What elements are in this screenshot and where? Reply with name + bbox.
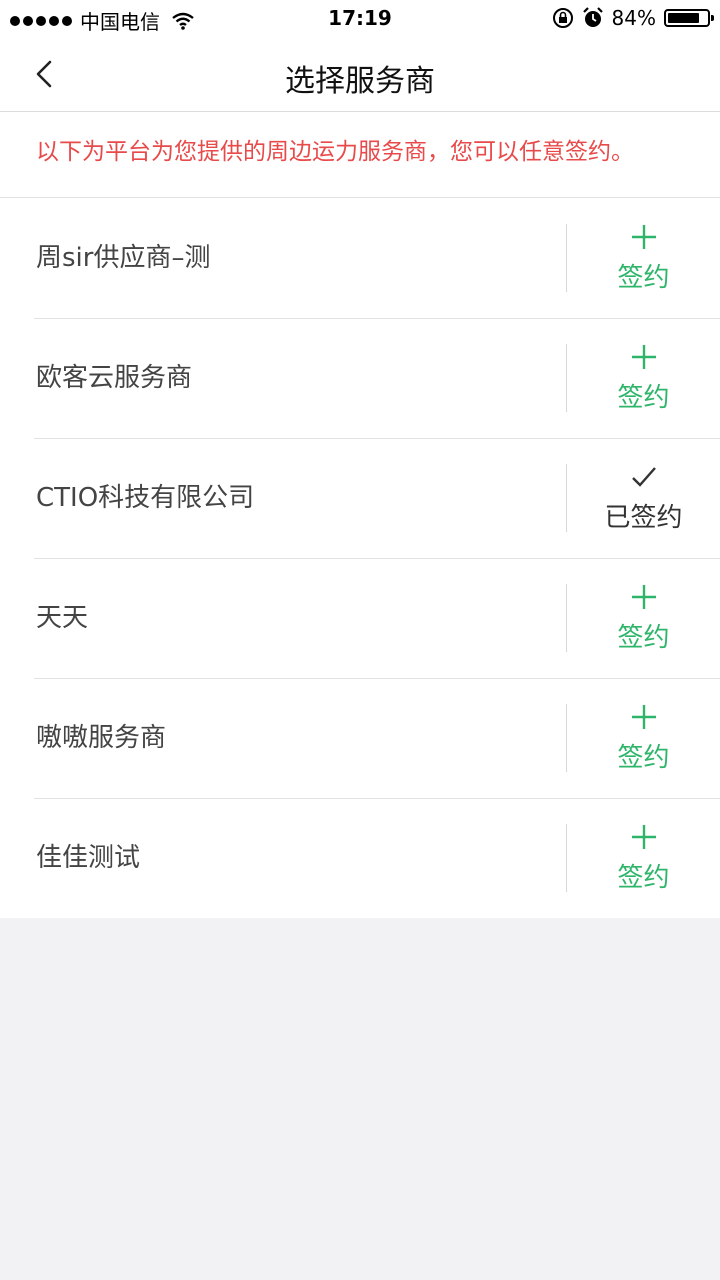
provider-name: 佳佳测试 [36, 843, 141, 873]
sign-label: 签约 [617, 862, 670, 893]
sign-label: 已签约 [604, 502, 683, 533]
provider-name: 天天 [36, 603, 89, 633]
empty-area [0, 918, 720, 1280]
sign-label: 签约 [617, 742, 670, 773]
sign-button[interactable]: 签约 [567, 678, 720, 798]
nav-bar: 选择服务商 [0, 36, 720, 112]
provider-row: 天天签约 [0, 558, 720, 678]
notice-text: 以下为平台为您提供的周边运力服务商，您可以任意签约。 [36, 139, 634, 165]
provider-name: 欧客云服务商 [36, 363, 193, 393]
back-button[interactable] [22, 52, 66, 96]
sign-label: 签约 [617, 622, 670, 653]
status-right: 84% [552, 6, 714, 30]
status-left: 中国电信 [10, 6, 194, 35]
carrier-name: 中国电信 [80, 10, 160, 34]
provider-row: CTIO科技有限公司已签约 [0, 438, 720, 558]
signed-status: 已签约 [567, 438, 720, 558]
battery-percent: 84% [611, 6, 656, 30]
sign-label: 签约 [617, 382, 670, 413]
provider-name: 周sir供应商–测 [36, 243, 211, 273]
plus-icon [631, 344, 656, 369]
provider-name: 嗷嗷服务商 [36, 723, 167, 753]
signal-dots-icon [10, 15, 72, 26]
checkmark-icon [631, 466, 656, 487]
plus-icon [631, 824, 656, 849]
sign-button[interactable]: 签约 [567, 318, 720, 438]
rotation-lock-icon [552, 8, 573, 28]
wifi-icon [172, 12, 194, 30]
provider-name: CTIO科技有限公司 [36, 483, 255, 513]
alarm-icon [582, 7, 603, 27]
sign-button[interactable]: 签约 [567, 798, 720, 918]
page-title: 选择服务商 [285, 64, 435, 99]
provider-row: 佳佳测试签约 [0, 798, 720, 918]
provider-list: 周sir供应商–测 签约 欧客云服务商 签约 CTIO科技有限公司 已签约 天天 签约 嗷嗷服务… [0, 198, 720, 918]
provider-row: 欧客云服务商签约 [0, 318, 720, 438]
chevron-left-icon [36, 60, 52, 88]
plus-icon [631, 704, 656, 729]
notice-banner: 以下为平台为您提供的周边运力服务商，您可以任意签约。 [0, 112, 720, 198]
battery-icon [664, 9, 714, 27]
provider-row: 嗷嗷服务商签约 [0, 678, 720, 798]
sign-label: 签约 [617, 262, 670, 293]
sign-button[interactable]: 签约 [567, 198, 720, 318]
plus-icon [631, 584, 656, 609]
sign-button[interactable]: 签约 [567, 558, 720, 678]
plus-icon [631, 224, 656, 249]
status-bar: 中国电信 17:19 84% [0, 0, 720, 36]
provider-row: 周sir供应商–测签约 [0, 198, 720, 318]
